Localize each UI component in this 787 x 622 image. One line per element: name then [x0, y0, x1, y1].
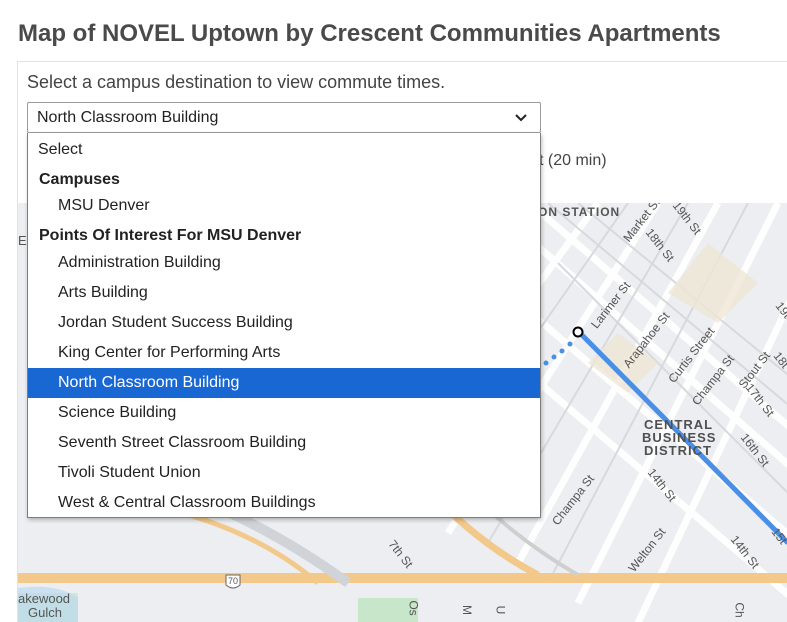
option-seventh-street-classroom-building[interactable]: Seventh Street Classroom Building [28, 428, 540, 458]
map-label-cut-ch: Ch [732, 602, 747, 618]
option-administration-building[interactable]: Administration Building [28, 248, 540, 278]
option-msu-denver[interactable]: MSU Denver [28, 191, 540, 221]
commute-prompt: Select a campus destination to view comm… [27, 72, 446, 92]
highway-i70 [18, 573, 787, 583]
chevron-down-icon [515, 114, 527, 122]
map-label-edge-e: E [18, 233, 27, 248]
commute-time-text: t (20 min) [539, 152, 607, 169]
option-jordan-student-success-building[interactable]: Jordan Student Success Building [28, 308, 540, 338]
option-arts-building[interactable]: Arts Building [28, 278, 540, 308]
option-king-center[interactable]: King Center for Performing Arts [28, 338, 540, 368]
option-tivoli-student-union[interactable]: Tivoli Student Union [28, 458, 540, 488]
map-label-station: ON STATION [538, 205, 621, 219]
map-label-cut-u: U [493, 605, 508, 615]
map-label-cut-os: Os [406, 600, 421, 616]
route-origin-marker [572, 326, 584, 338]
campus-destination-select[interactable]: North Classroom Building [27, 102, 541, 133]
optgroup-points-of-interest: Points Of Interest For MSU Denver [39, 227, 302, 244]
option-select[interactable]: Select [28, 135, 540, 165]
select-value: North Classroom Building [37, 109, 219, 126]
option-north-classroom-building[interactable]: North Classroom Building [28, 368, 540, 398]
option-west-central-classroom-buildings[interactable]: West & Central Classroom Buildings [28, 488, 540, 518]
page-title: Map of NOVEL Uptown by Crescent Communit… [18, 20, 721, 47]
map-label-cbd-3: DISTRICT [644, 443, 712, 458]
campus-dropdown-list[interactable]: Select Campuses MSU Denver Points Of Int… [27, 133, 541, 518]
option-science-building[interactable]: Science Building [28, 398, 540, 428]
map-label-gulch: Gulch [28, 605, 62, 620]
optgroup-campuses: Campuses [39, 171, 120, 188]
map-label-lakewood: akewood [18, 591, 71, 606]
map-label-i70: 70 [228, 576, 239, 586]
